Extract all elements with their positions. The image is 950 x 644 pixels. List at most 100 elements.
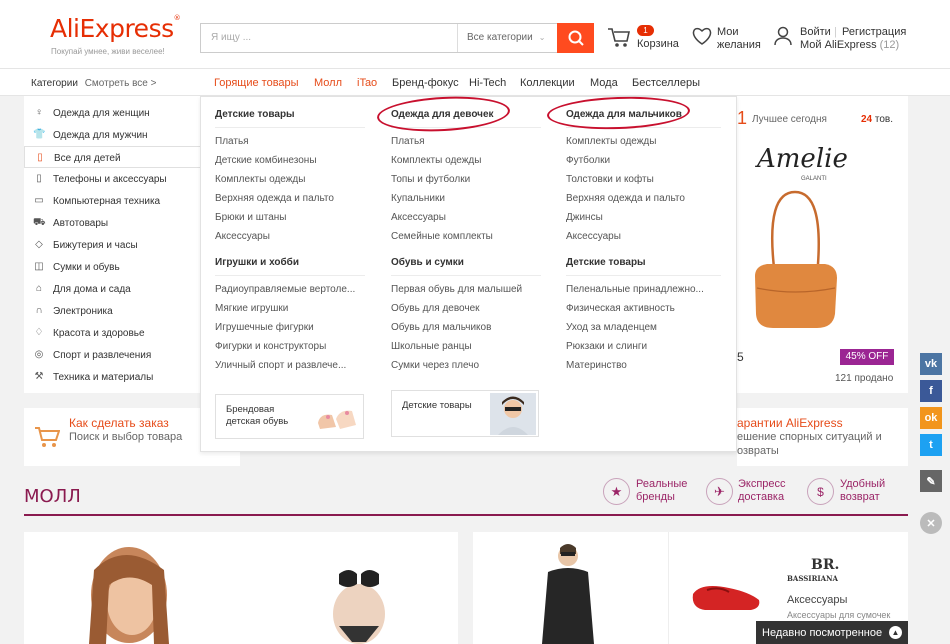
discount-badge: 45% OFF [840,349,894,365]
search-input[interactable]: Я ищу ... [211,32,251,43]
menu-link[interactable]: Радиоуправляемые вертоле... [215,284,355,295]
menu-link[interactable]: Джинсы [566,212,603,223]
menu-link[interactable]: Обувь для мальчиков [391,322,491,333]
sidebar-item-men[interactable]: 👕 Одежда для мужчин [24,124,200,146]
col3-heading-2[interactable]: Детские товары [566,257,646,268]
nav-link-brand-focus[interactable]: Бренд-фокус [392,77,459,89]
nav-link-hitech[interactable]: Hi-Tech [469,77,506,89]
login-link[interactable]: Войти [800,26,831,39]
wishlist-label-2: желания [717,39,761,51]
kids-mega-menu: Детские товары Платья Детские комбинезон… [200,93,737,452]
edit-icon[interactable]: ✎ [920,470,942,492]
menu-link[interactable]: Платья [215,136,249,147]
menu-link[interactable]: Школьные ранцы [391,341,472,352]
sidebar-item-sport[interactable]: ◎ Спорт и развлечения [24,344,200,366]
menu-link[interactable]: Обувь для девочек [391,303,480,314]
menu-link[interactable]: Пеленальные принадлежно... [566,284,704,295]
partial-header-digit: 1 [737,108,748,128]
kid-photo [490,393,536,435]
menu-link[interactable]: Сумки через плечо [391,360,479,371]
sidebar-item-beauty[interactable]: ♢ Красота и здоровье [24,322,200,344]
menu-link[interactable]: Рюкзаки и слинги [566,341,647,352]
promo-brand-shoes[interactable]: Брендовая детская обувь [215,394,364,439]
ball-icon: ◎ [34,349,44,360]
mall-title[interactable]: МОЛЛ [24,486,81,507]
sidebar-item-kids[interactable]: ▯ Все для детей [24,146,202,168]
sidebar-item-home[interactable]: ⌂ Для дома и сада [24,278,200,300]
menu-link[interactable]: Верхняя одежда и пальто [566,193,685,204]
coat-model-photo [542,544,594,644]
menu-link[interactable]: Детские комбинезоны [215,155,317,166]
nav-link-fashion[interactable]: Мода [590,77,618,89]
sidebar-item-phones[interactable]: ▯ Телефоны и аксессуары [24,168,200,190]
menu-link[interactable]: Футболки [566,155,610,166]
categories-header[interactable]: Категории Смотреть все > [24,69,200,96]
sidebar-item-bags[interactable]: ◫ Сумки и обувь [24,256,200,278]
search-button[interactable] [557,23,594,53]
mall-card-women[interactable] [24,532,458,644]
menu-link[interactable]: Аксессуары [215,231,270,242]
logo-tagline: Покупай умнее, живи веселее! [51,47,165,56]
twitter-icon[interactable]: t [920,434,942,456]
menu-link[interactable]: Купальники [391,193,445,204]
menu-link[interactable]: Платья [391,136,425,147]
feature-express: Экспресс доставка [738,478,786,503]
sidebar-item-women[interactable]: ♀ Одежда для женщин [24,102,200,124]
menu-link[interactable]: Игрушечные фигурки [215,322,314,333]
aliexpress-logo[interactable]: AliExpress® [50,14,181,43]
menu-link[interactable]: Фигурки и конструкторы [215,341,326,352]
menu-link[interactable]: Верхняя одежда и пальто [215,193,334,204]
menu-link[interactable]: Материнство [566,360,627,371]
sold-count: 121 продано [835,373,894,384]
menu-link[interactable]: Аксессуары [566,231,621,242]
odnoklassniki-icon[interactable]: ok [920,407,942,429]
vk-icon[interactable]: vk [920,353,942,375]
baby-bottle-icon: ▯ [37,152,43,163]
register-link[interactable]: Регистрация [842,26,906,39]
menu-link[interactable]: Уличный спорт и развлече... [215,360,346,371]
sidebar-item-auto[interactable]: ⛟ Автотовары [24,212,200,234]
sidebar-item-jewelry[interactable]: ◇ Бижутерия и часы [24,234,200,256]
col1-heading-1[interactable]: Детские товары [215,109,295,120]
menu-link[interactable]: Семейные комплекты [391,231,493,242]
my-aliexpress-link[interactable]: Мой AliExpress (12) [800,39,899,52]
recently-viewed-bar[interactable]: Недавно посмотренное ▲ [756,621,908,644]
search-category-select[interactable]: Все категории ⌄ [457,24,557,52]
see-all-link[interactable]: Смотреть все > [85,78,157,89]
promo-kids-goods[interactable]: Детские товары [391,390,539,437]
menu-link[interactable]: Комплекты одежды [566,136,656,147]
menu-link[interactable]: Топы и футболки [391,174,470,185]
menu-link[interactable]: Толстовки и кофты [566,174,654,185]
card-subcategory: Аксессуары для сумочек [787,610,891,620]
how-to-order-title: Как сделать заказ [69,416,169,430]
nav-link-collections[interactable]: Коллекции [520,77,575,89]
guarantee-title: арантии AliExpress [737,416,843,430]
nav-link-mall[interactable]: Молл [314,77,342,89]
menu-link[interactable]: Уход за младенцем [566,322,657,333]
brand-logo: Amelie [757,144,848,174]
facebook-icon[interactable]: f [920,380,942,402]
guarantee-block[interactable]: арантии AliExpress ешение спорных ситуац… [737,408,908,466]
dress-icon: ♀ [35,107,43,118]
nav-link-hot[interactable]: Горящие товары [214,77,299,89]
mall-card-coat[interactable] [473,532,668,644]
divider [215,127,365,128]
menu-link[interactable]: Мягкие игрушки [215,303,288,314]
handbag-image[interactable] [747,184,842,334]
menu-link[interactable]: Комплекты одежды [215,174,305,185]
menu-link[interactable]: Комплекты одежды [391,155,481,166]
plane-icon: ✈ [706,478,733,505]
category-sidebar: ♀ Одежда для женщин 👕 Одежда для мужчин ▯ В… [24,96,202,393]
menu-link[interactable]: Первая обувь для малышей [391,284,522,295]
nav-link-bestsellers[interactable]: Бестселлеры [632,77,700,89]
col2-heading-2[interactable]: Обувь и сумки [391,257,464,268]
menu-link[interactable]: Брюки и штаны [215,212,287,223]
sidebar-item-computers[interactable]: ▭ Компьютерная техника [24,190,200,212]
menu-link[interactable]: Аксессуары [391,212,446,223]
sidebar-item-electronics[interactable]: ∩ Электроника [24,300,200,322]
sidebar-item-tools[interactable]: ⚒ Техника и материалы [24,366,200,388]
col1-heading-2[interactable]: Игрушки и хобби [215,257,299,268]
close-icon[interactable]: ✕ [920,512,942,534]
menu-link[interactable]: Физическая активность [566,303,675,314]
nav-link-itao[interactable]: iTao [357,77,377,89]
